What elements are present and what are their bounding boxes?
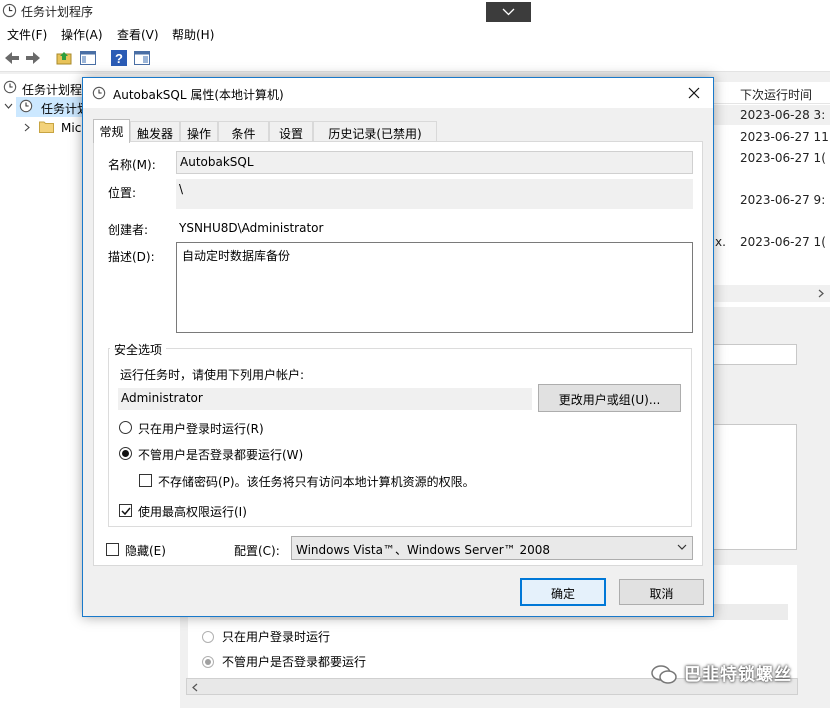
chevron-left-icon[interactable] — [192, 683, 198, 692]
tab-actions[interactable]: 操作 — [180, 121, 218, 142]
tab-conditions[interactable]: 条件 — [218, 121, 269, 142]
chevron-right-icon[interactable] — [818, 289, 824, 298]
ok-button[interactable]: 确定 — [520, 578, 606, 606]
properties-dialog: AutobakSQL 属性(本地计算机) 常规 触发器 操作 条件 设置 历史记… — [82, 77, 714, 617]
action-pane-icon[interactable] — [133, 49, 151, 67]
menu-help[interactable]: 帮助(H) — [172, 26, 214, 43]
dialog-titlebar: AutobakSQL 属性(本地计算机) — [83, 78, 713, 108]
watermark-text: 巴韭特锁螺丝 — [684, 665, 792, 685]
radio-whether-label[interactable]: 不管用户是否登录都要运行(W) — [138, 446, 303, 463]
bg-option-label: 不管用户是否登录都要运行 — [222, 655, 367, 669]
chevron-down-icon — [4, 103, 13, 109]
checkbox-no-store-password[interactable] — [139, 474, 152, 487]
main-window-titlebar: 任务计划程序 — [0, 0, 830, 22]
tab-general[interactable]: 常规 — [93, 119, 130, 143]
table-cell: 2023-06-27 11 — [740, 130, 829, 144]
tab-history[interactable]: 历史记录(已禁用) — [313, 121, 437, 142]
no-store-password-label[interactable]: 不存储密码(P)。该任务将只有访问本地计算机资源的权限。 — [158, 473, 475, 490]
up-folder-icon[interactable] — [55, 49, 73, 67]
bg-option-logged-on: 只在用户登录时运行 — [202, 628, 330, 645]
menu-bar: 文件(F) 操作(A) 查看(V) 帮助(H) — [0, 22, 830, 44]
column-header-next-run[interactable]: 下次运行时间 — [714, 82, 830, 104]
radio-whether-logged-on[interactable] — [119, 447, 132, 460]
account-field: Administrator — [118, 388, 532, 410]
checkbox-hidden[interactable] — [106, 543, 119, 556]
collapse-button[interactable] — [486, 2, 531, 24]
wechat-logo-icon — [651, 665, 677, 684]
description-textarea[interactable]: 自动定时数据库备份 — [176, 242, 693, 333]
menu-view[interactable]: 查看(V) — [117, 26, 159, 43]
change-user-button[interactable]: 更改用户或组(U)... — [538, 384, 681, 412]
menu-file[interactable]: 文件(F) — [7, 26, 47, 43]
cancel-button[interactable]: 取消 — [619, 579, 704, 605]
help-icon[interactable]: ? — [110, 49, 128, 67]
name-label: 名称(M): — [108, 158, 156, 172]
bg-option-whether: 不管用户是否登录都要运行 — [202, 653, 366, 670]
bg-option-label: 只在用户登录时运行 — [222, 630, 331, 644]
table-cell: 2023-06-27 1( — [740, 151, 826, 165]
tree-item-library[interactable]: 任务计划 — [4, 97, 89, 117]
bg-field — [713, 344, 797, 365]
description-label: 描述(D): — [108, 250, 155, 264]
tab-triggers[interactable]: 触发器 — [130, 121, 180, 142]
config-selected-value: Windows Vista™、Windows Server™ 2008 — [296, 543, 551, 557]
main-window-title: 任务计划程序 — [21, 5, 94, 19]
tab-panel-general: 名称(M): AutobakSQL 位置: \ 创建者: YSNHU8D\Adm… — [93, 141, 703, 566]
dialog-title: AutobakSQL 属性(本地计算机) — [113, 88, 284, 102]
run-as-prompt: 运行任务时，请使用下列用户帐户: — [120, 368, 305, 382]
forward-arrow-icon[interactable] — [24, 49, 42, 67]
folder-clock-icon — [19, 99, 33, 113]
tab-settings[interactable]: 设置 — [269, 121, 313, 142]
toolbar: ? — [0, 44, 830, 72]
config-label: 配置(C): — [234, 544, 280, 558]
security-options-legend: 安全选项 — [110, 341, 167, 358]
back-arrow-icon[interactable] — [3, 49, 21, 67]
column-header-label: 下次运行时间 — [740, 88, 813, 102]
radio-logged-on[interactable] — [119, 421, 132, 434]
highest-privileges-label[interactable]: 使用最高权限运行(I) — [138, 503, 247, 520]
checkmark-icon — [121, 507, 131, 516]
task-list-pane: 下次运行时间 2023-06-28 3: 2023-06-27 11 2023-… — [713, 82, 830, 307]
radio-logged-on-label[interactable]: 只在用户登录时运行(R) — [138, 420, 264, 437]
chevron-down-icon — [502, 8, 515, 16]
author-value: YSNHU8D\Administrator — [179, 221, 324, 235]
table-cell: x. — [715, 235, 726, 249]
radio-icon — [202, 631, 214, 643]
hidden-label[interactable]: 隐藏(E) — [125, 542, 166, 559]
tree-item-label: Mic — [61, 121, 82, 135]
menu-action[interactable]: 操作(A) — [61, 26, 103, 43]
close-icon[interactable] — [683, 83, 705, 103]
horizontal-scrollbar[interactable] — [713, 285, 830, 302]
config-select[interactable]: Windows Vista™、Windows Server™ 2008 — [291, 536, 693, 560]
location-field: \ — [176, 179, 693, 209]
svg-text:?: ? — [115, 51, 123, 66]
tree-item-label: 任务计划程 — [22, 83, 83, 97]
chevron-down-icon — [677, 544, 687, 550]
clock-icon — [3, 80, 17, 94]
clock-icon — [92, 86, 106, 100]
console-tree-icon[interactable] — [79, 49, 97, 67]
clock-icon — [2, 3, 17, 18]
bg-textarea — [713, 424, 797, 550]
checkbox-highest-privileges[interactable] — [119, 504, 132, 517]
folder-icon — [39, 121, 54, 133]
table-cell: 2023-06-27 9: — [740, 193, 826, 207]
chevron-right-icon — [24, 123, 30, 132]
name-field[interactable]: AutobakSQL — [176, 151, 693, 174]
radio-icon — [202, 656, 214, 668]
table-cell: 2023-06-28 3: — [740, 108, 826, 122]
table-cell: 2023-06-27 1( — [740, 235, 826, 249]
tab-strip: 常规 触发器 操作 条件 设置 历史记录(已禁用) — [93, 119, 703, 143]
location-label: 位置: — [108, 186, 137, 200]
author-label: 创建者: — [108, 223, 149, 237]
